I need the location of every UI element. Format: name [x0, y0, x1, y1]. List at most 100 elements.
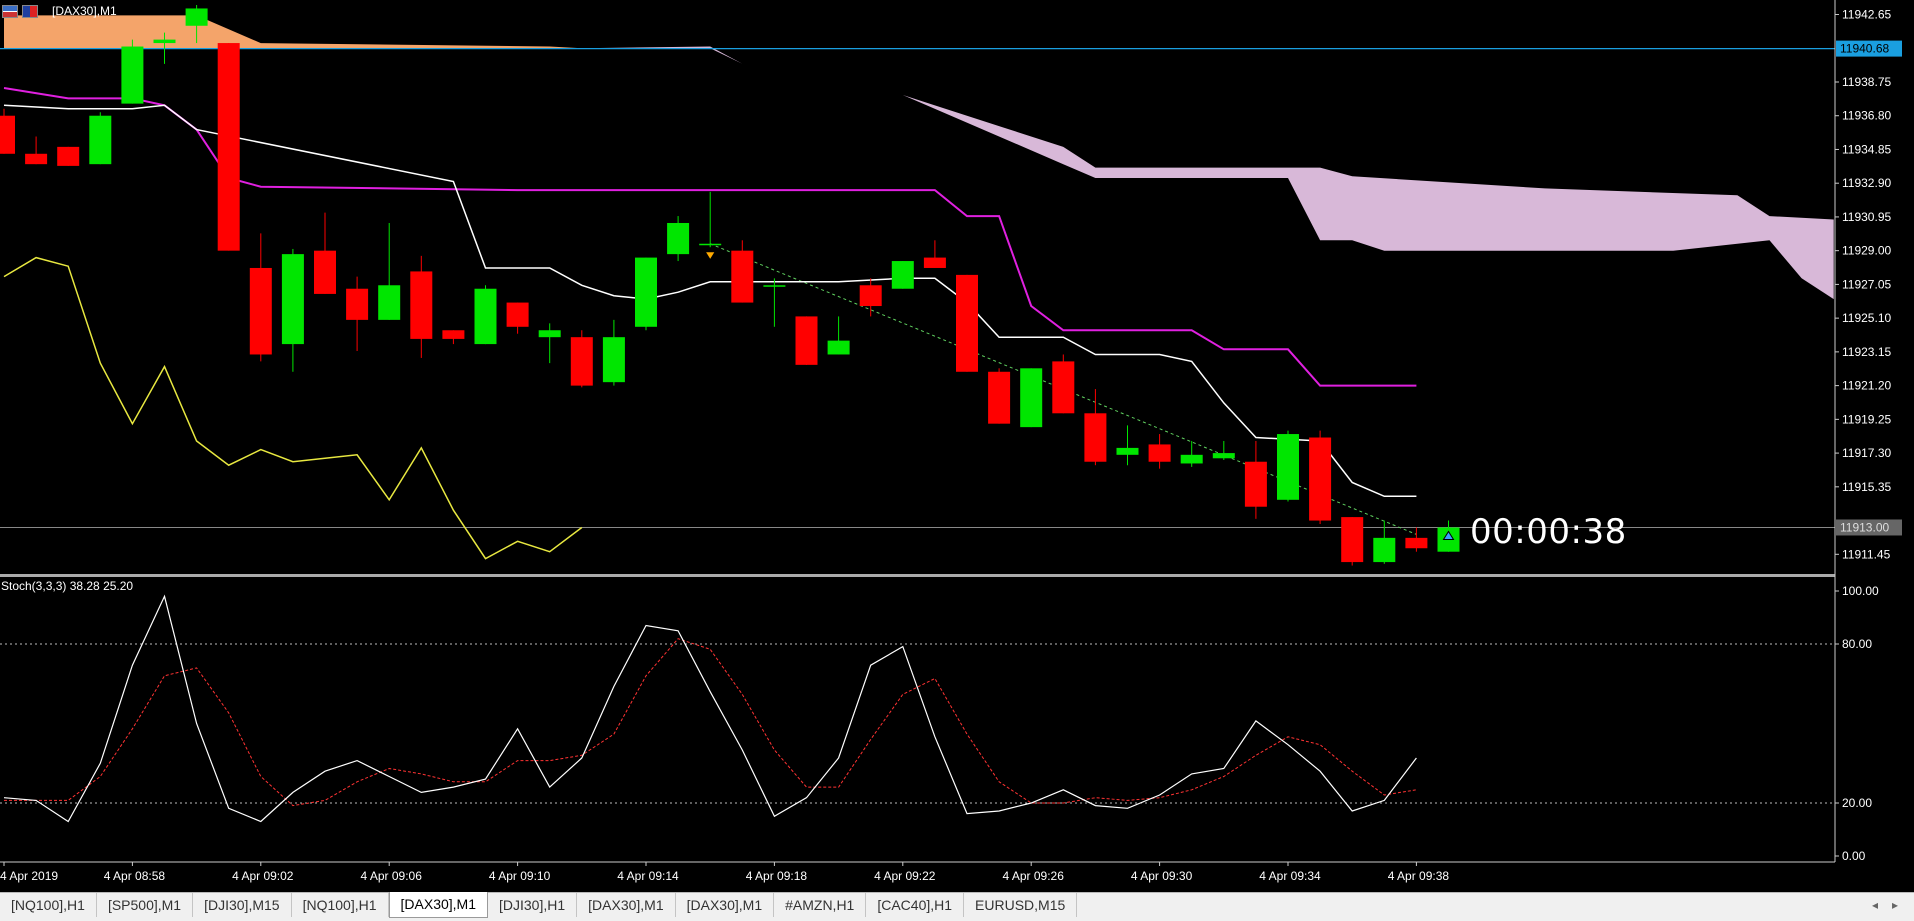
- candle-body: [185, 8, 208, 26]
- time-axis-label: 4 Apr 09:18: [746, 869, 808, 883]
- tab-chart[interactable]: [DJI30],M15: [193, 893, 292, 917]
- candle-body: [570, 337, 593, 386]
- candle-body: [891, 261, 914, 289]
- sell-arrow-icon: [704, 251, 717, 261]
- candle-body: [1373, 537, 1396, 563]
- tab-chart[interactable]: [DJI30],H1: [488, 893, 578, 917]
- time-axis-label: 4 Apr 09:38: [1388, 869, 1450, 883]
- candle-body: [249, 267, 272, 355]
- tab-chart[interactable]: EURUSD,M15: [964, 893, 1078, 917]
- time-axis-label: 4 Apr 09:10: [489, 869, 551, 883]
- candle-body: [89, 115, 112, 165]
- symbol-label: [DAX30],M1: [52, 4, 117, 18]
- price-axis-label: 11923.15: [1842, 345, 1891, 359]
- price-marker-label: 11913.00: [1840, 520, 1889, 534]
- candle-body: [1405, 537, 1428, 549]
- tab-chart[interactable]: #AMZN,H1: [774, 893, 867, 917]
- price-chart[interactable]: 11942.65 11938.75 11936.80 11934.85 11932.90…: [0, 0, 1914, 894]
- candle-countdown: 00:00:38: [1470, 512, 1627, 552]
- candle-body: [506, 302, 529, 327]
- candle-body: [314, 250, 336, 294]
- tab-chart[interactable]: [CAC40],H1: [866, 893, 965, 917]
- flag-us-icon: [2, 4, 18, 18]
- candle-body: [731, 250, 754, 303]
- candle-body: [1277, 434, 1299, 500]
- tab-chart[interactable]: [NQ100],H1: [0, 893, 97, 917]
- candle-body: [121, 46, 144, 104]
- price-marker-label: 11940.68: [1840, 42, 1889, 56]
- stochastic-indicator-label: Stoch(3,3,3) 38.28 25.20: [1, 579, 134, 593]
- stoch-axis-label: 100.00: [1842, 584, 1879, 598]
- candle-body: [923, 257, 946, 268]
- price-axis-label: 11911.45: [1842, 547, 1891, 561]
- price-axis-label: 11919.25: [1842, 412, 1891, 426]
- candle-body: [699, 243, 722, 246]
- candle-body: [827, 340, 850, 355]
- time-axis-label: 4 Apr 09:22: [874, 869, 936, 883]
- candle-body: [795, 316, 818, 365]
- tab-chart[interactable]: [DAX30],M1: [577, 893, 676, 917]
- candle-body: [763, 285, 786, 287]
- tab-chart-active[interactable]: [DAX30],M1: [388, 892, 488, 918]
- scroll-right-icon[interactable]: ▸: [1892, 898, 1898, 912]
- candle-body: [25, 153, 48, 165]
- tab-chart[interactable]: [NQ100],H1: [292, 893, 389, 917]
- candle-body: [217, 43, 240, 251]
- price-axis-label: 11929.00: [1842, 244, 1891, 258]
- price-axis-label: 11942.65: [1842, 8, 1891, 22]
- price-axis-label: 11930.95: [1842, 210, 1891, 224]
- candle-body: [0, 115, 15, 154]
- price-axis-label: 11938.75: [1842, 75, 1891, 89]
- stoch-axis-label: 80.00: [1842, 637, 1872, 651]
- candle-body: [859, 285, 882, 307]
- candle-body: [346, 288, 369, 320]
- price-axis-label: 11936.80: [1842, 109, 1891, 123]
- candle-body: [1180, 454, 1203, 464]
- candle-body: [1052, 361, 1075, 414]
- candle-body: [602, 337, 625, 383]
- candle-body: [281, 254, 304, 345]
- candle-body: [1084, 413, 1107, 462]
- candle-body: [1341, 517, 1364, 563]
- candle-body: [667, 222, 690, 255]
- time-axis-label: 4 Apr 09:34: [1259, 869, 1321, 883]
- candle-body: [1148, 444, 1171, 462]
- stoch-main-line: [3, 594, 1417, 823]
- candle-body: [1020, 368, 1043, 428]
- candle-body: [153, 39, 176, 44]
- price-axis-label: 11932.90: [1842, 176, 1891, 190]
- time-axis-label: 4 Apr 08:58: [104, 869, 166, 883]
- price-axis-label: 11915.35: [1842, 480, 1891, 494]
- candle-body: [538, 330, 561, 338]
- candle-body: [1309, 437, 1332, 521]
- scroll-left-icon[interactable]: ◂: [1872, 898, 1878, 912]
- candle-body: [988, 371, 1011, 424]
- time-axis-label: 4 Apr 09:26: [1003, 869, 1065, 883]
- price-axis-label: 11917.30: [1842, 446, 1891, 460]
- candle-body: [956, 274, 978, 372]
- price-axis-label: 11927.05: [1842, 277, 1891, 291]
- candle-body: [378, 285, 401, 320]
- price-axis-label: 11921.20: [1842, 379, 1891, 393]
- time-axis-label: 4 Apr 09:30: [1131, 869, 1193, 883]
- candle-body: [410, 271, 433, 339]
- time-axis-label: 4 Apr 09:06: [361, 869, 423, 883]
- candle-body: [1116, 447, 1139, 455]
- candle-body: [635, 257, 657, 327]
- candle-body: [1212, 453, 1235, 459]
- time-axis-label: 4 Apr 09:14: [617, 869, 679, 883]
- tab-chart[interactable]: [DAX30],M1: [676, 893, 775, 917]
- stoch-axis-label: 20.00: [1842, 796, 1872, 810]
- candle-body: [442, 330, 465, 339]
- flag-de-icon: [22, 4, 38, 18]
- tab-scroll-controls: ◂ ▸: [1856, 893, 1914, 917]
- tenkan-sen-line: [3, 104, 1417, 498]
- price-axis-label: 11925.10: [1842, 311, 1891, 325]
- tab-chart[interactable]: [SP500],M1: [97, 893, 194, 917]
- stoch-axis-label: 0.00: [1842, 849, 1866, 863]
- stoch-signal-line: [4, 638, 1417, 807]
- candle-body: [1244, 461, 1267, 507]
- chart-tab-bar: [NQ100],H1 [SP500],M1 [DJI30],M15 [NQ100…: [0, 892, 1914, 921]
- chart-title-bar: [DAX30],M1: [0, 0, 117, 22]
- candle-body: [474, 288, 497, 345]
